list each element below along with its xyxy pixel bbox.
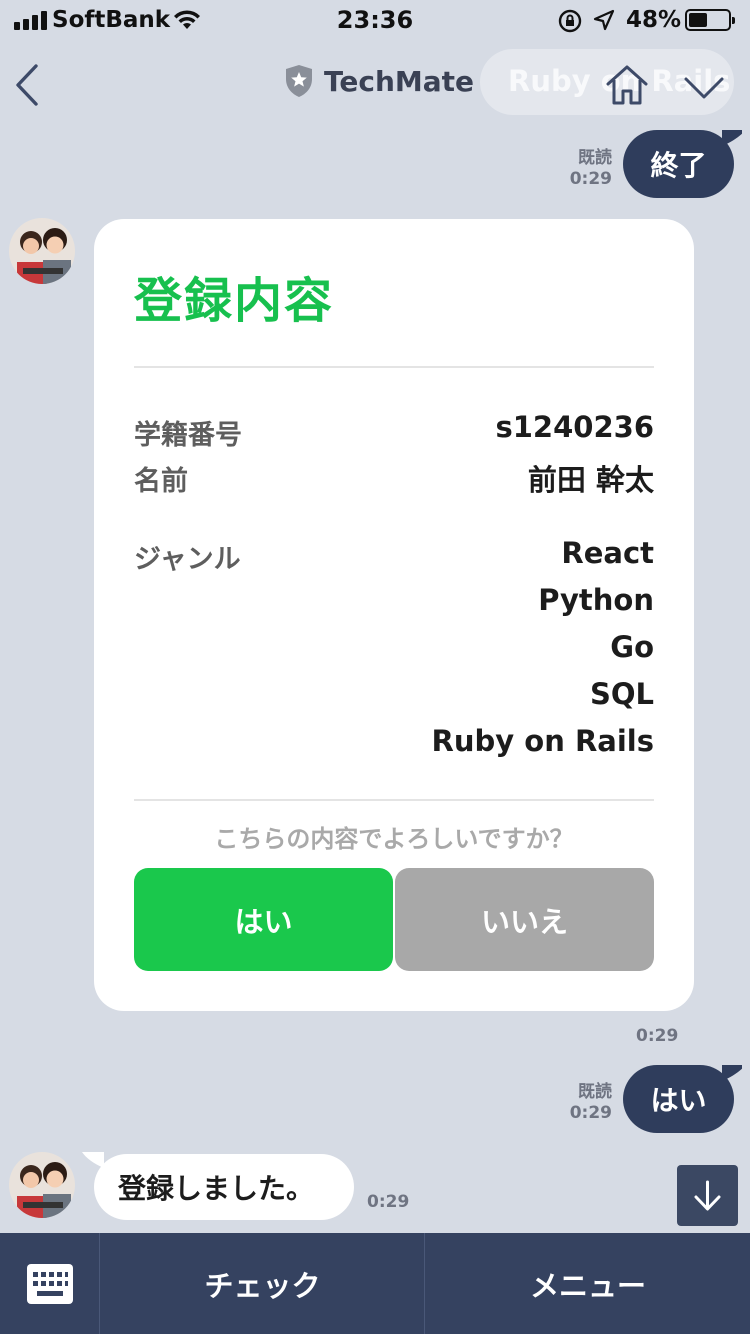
message-time: 0:29 bbox=[569, 169, 612, 189]
student-id-label: 学籍番号 bbox=[134, 420, 242, 451]
message-meta: 既読 0:29 bbox=[556, 148, 612, 190]
battery-level-fill bbox=[689, 13, 707, 27]
avatar[interactable] bbox=[9, 1152, 75, 1218]
menu-button[interactable]: メニュー bbox=[426, 1233, 750, 1334]
avatar-children-image bbox=[9, 1152, 75, 1218]
genre-item: Go bbox=[610, 630, 654, 664]
message-time: 0:29 bbox=[636, 1026, 679, 1046]
message-time: 0:29 bbox=[569, 1103, 612, 1123]
check-menu-button[interactable]: チェック bbox=[101, 1233, 425, 1334]
location-arrow-icon bbox=[593, 9, 615, 31]
student-id-value: s1240236 bbox=[495, 410, 654, 444]
chat-title-text: TechMate bbox=[324, 64, 475, 98]
shield-star-icon bbox=[286, 65, 312, 97]
scroll-to-bottom-button[interactable] bbox=[677, 1165, 738, 1226]
avatar-children-image bbox=[9, 218, 75, 284]
chevron-down-icon[interactable] bbox=[682, 70, 726, 104]
genre-item: SQL bbox=[589, 677, 654, 711]
keyboard-toggle-button[interactable] bbox=[0, 1233, 100, 1334]
back-chevron-icon[interactable] bbox=[12, 60, 46, 110]
read-receipt: 既読 bbox=[578, 1082, 612, 1102]
registration-card: 登録内容 学籍番号 s1240236 名前 前田 幹太 ジャンル React P… bbox=[94, 219, 694, 1011]
chat-title[interactable]: TechMate bbox=[284, 64, 474, 98]
yes-button[interactable]: はい bbox=[134, 868, 393, 971]
genre-list: React Python Go SQL Ruby on Rails bbox=[432, 535, 654, 770]
card-title: 登録内容 bbox=[134, 273, 335, 329]
divider bbox=[134, 799, 654, 801]
confirm-question: こちらの内容でよろしいですか？ bbox=[214, 825, 574, 853]
bubble-tail bbox=[722, 130, 742, 146]
avatar[interactable] bbox=[9, 218, 75, 284]
name-label: 名前 bbox=[134, 466, 188, 497]
rich-menu-bar: チェック メニュー bbox=[0, 1233, 750, 1334]
outgoing-message-bubble[interactable]: はい bbox=[623, 1065, 734, 1133]
genre-item: Ruby on Rails bbox=[431, 724, 654, 758]
read-receipt: 既読 bbox=[578, 148, 612, 168]
divider bbox=[134, 366, 654, 368]
bubble-tail bbox=[722, 1065, 742, 1081]
genre-item: React bbox=[561, 536, 654, 570]
message-time: 0:29 bbox=[367, 1192, 410, 1212]
incoming-message-bubble[interactable]: 登録しました。 bbox=[94, 1154, 354, 1220]
status-bar: SoftBank 23:36 48% bbox=[0, 0, 750, 42]
message-meta: 既読 0:29 bbox=[556, 1082, 612, 1124]
home-icon[interactable] bbox=[604, 62, 650, 108]
keyboard-icon bbox=[26, 1263, 73, 1304]
rotation-lock-icon bbox=[558, 9, 582, 33]
outgoing-message-bubble[interactable]: 終了 bbox=[623, 130, 734, 198]
arrow-down-icon bbox=[694, 1180, 721, 1211]
genre-label: ジャンル bbox=[134, 544, 241, 575]
battery-icon bbox=[685, 9, 735, 31]
no-button[interactable]: いいえ bbox=[395, 868, 654, 971]
battery-percent: 48% bbox=[626, 7, 682, 33]
name-value: 前田 幹太 bbox=[527, 463, 654, 497]
genre-item: Python bbox=[538, 583, 654, 617]
